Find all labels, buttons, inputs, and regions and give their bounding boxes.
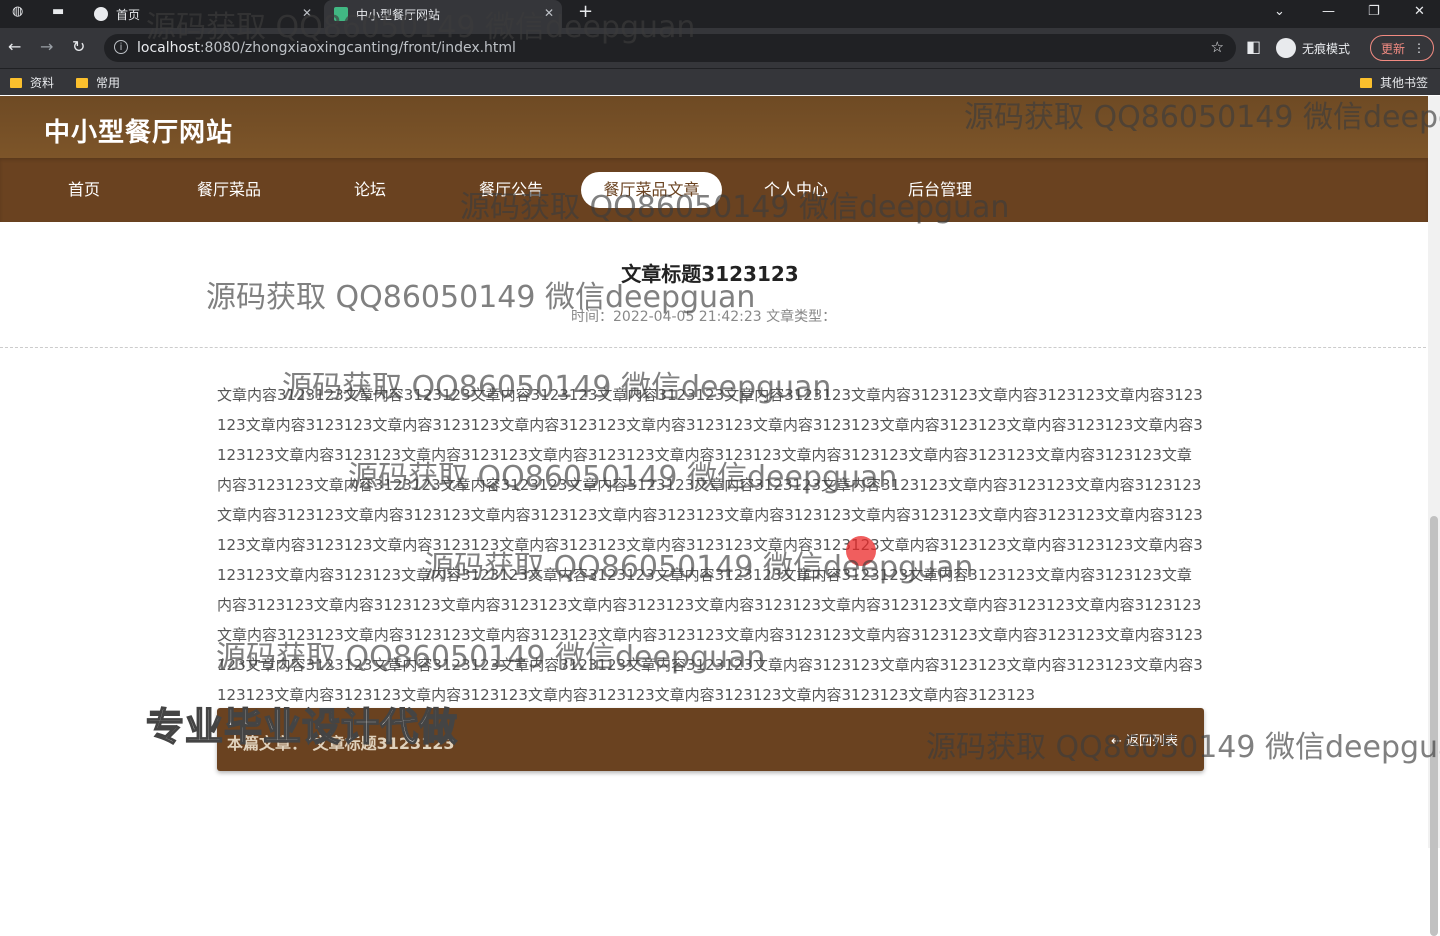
bookmark-folder-docs[interactable]: 资料 bbox=[10, 74, 54, 91]
folder-icon bbox=[76, 77, 88, 88]
reading-mode-icon[interactable]: ◧ bbox=[1246, 37, 1261, 56]
nav-dishes[interactable]: 餐厅菜品 bbox=[186, 172, 272, 208]
chevron-down-icon[interactable]: ⌄ bbox=[1274, 4, 1285, 19]
watermark: 源码获取 QQ86050149 微信deepguan bbox=[282, 370, 832, 405]
nav-home[interactable]: 首页 bbox=[54, 172, 114, 208]
watermark: 源码获取 QQ86050149 微信deepguan bbox=[926, 730, 1440, 765]
watermark: 源码获取 QQ86050149 微信deepguan bbox=[424, 550, 974, 585]
close-window-icon[interactable]: ✕ bbox=[1414, 4, 1425, 19]
browser-menu-icon[interactable]: ◍ bbox=[12, 4, 23, 19]
watermark: 源码获取 QQ86050149 微信deepguan bbox=[348, 460, 898, 495]
incognito-icon bbox=[1276, 38, 1296, 58]
watermark: 源码获取 QQ86050149 微信deepguan bbox=[964, 100, 1440, 135]
nav-forum[interactable]: 论坛 bbox=[340, 172, 400, 208]
divider bbox=[0, 347, 1426, 348]
watermark: 源码获取 QQ86050149 微信deepguan bbox=[206, 280, 756, 315]
watermark: 源码获取 QQ86050149 微信deepguan bbox=[460, 190, 1010, 225]
folder-icon bbox=[1360, 77, 1372, 88]
restore-icon[interactable]: ❐ bbox=[1368, 4, 1380, 19]
tab-search-icon[interactable]: ▬ bbox=[52, 4, 64, 19]
watermark: 源码获取 QQ86050149 微信deepguan bbox=[216, 640, 766, 675]
kebab-menu-icon[interactable]: ⋮ bbox=[1413, 41, 1425, 55]
site-title[interactable]: 中小型餐厅网站 bbox=[44, 112, 233, 149]
back-arrow-icon[interactable]: ← bbox=[8, 37, 21, 56]
watermark: 源码获取 QQ86050149 微信deepguan bbox=[146, 10, 696, 45]
incognito-indicator[interactable]: 无痕模式 bbox=[1276, 37, 1350, 59]
bookmark-star-icon[interactable]: ☆ bbox=[1211, 38, 1224, 56]
update-button[interactable]: 更新 ⋮ bbox=[1370, 35, 1434, 61]
site-info-icon[interactable]: i bbox=[114, 40, 128, 54]
globe-icon bbox=[94, 7, 108, 21]
folder-icon bbox=[10, 77, 22, 88]
watermark-stamp: 专业毕业设计代做 bbox=[145, 704, 459, 750]
minimize-icon[interactable]: — bbox=[1322, 4, 1335, 19]
bookmark-folder-other[interactable]: 其他书签 bbox=[1360, 74, 1428, 91]
forward-arrow-icon[interactable]: → bbox=[40, 37, 53, 56]
bookmark-folder-common[interactable]: 常用 bbox=[76, 74, 120, 91]
reload-icon[interactable]: ↻ bbox=[72, 37, 85, 56]
bookmarks-bar: 资料 常用 其他书签 bbox=[0, 68, 1440, 95]
